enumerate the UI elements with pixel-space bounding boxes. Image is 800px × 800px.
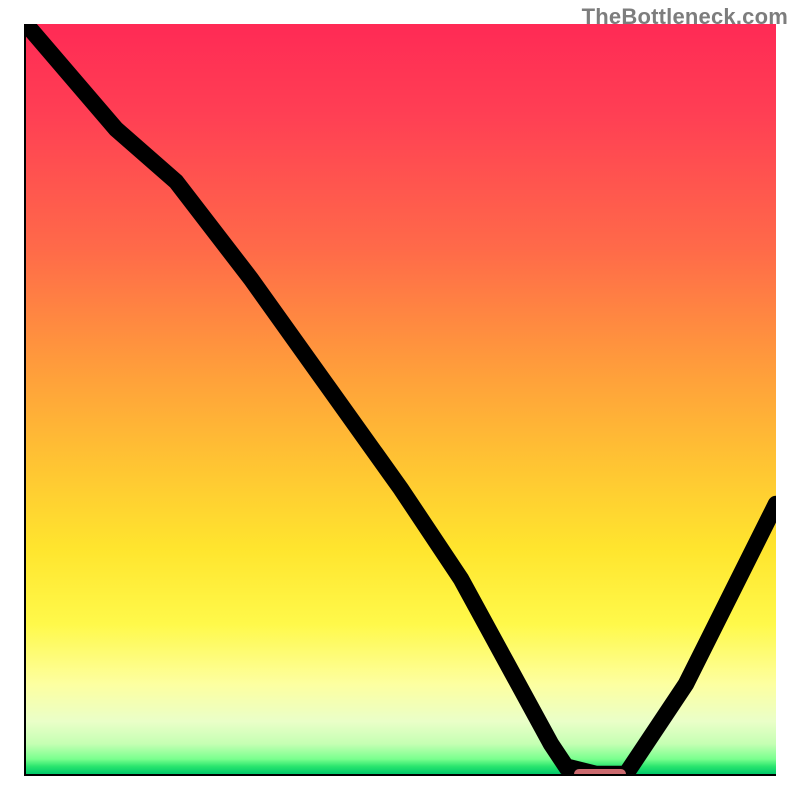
curve-path — [26, 24, 776, 774]
bottleneck-curve — [26, 24, 776, 774]
optimal-range-marker — [574, 769, 627, 776]
watermark-text: TheBottleneck.com — [582, 4, 788, 30]
plot-area — [24, 24, 776, 776]
chart-container: TheBottleneck.com — [0, 0, 800, 800]
